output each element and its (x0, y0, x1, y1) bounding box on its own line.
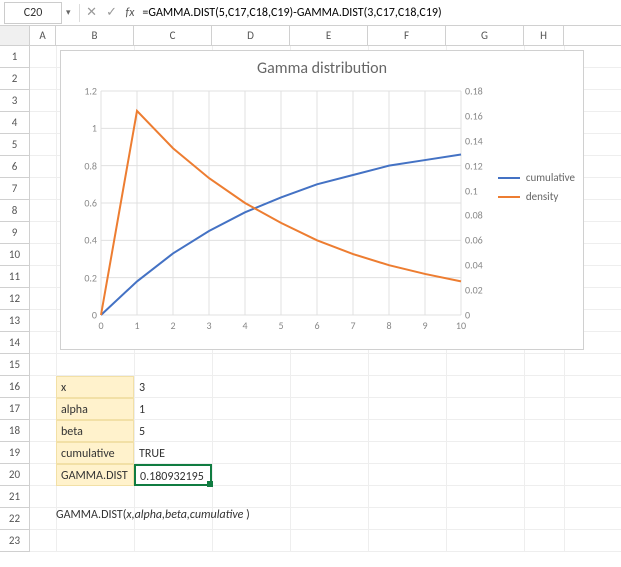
name-box[interactable]: C20 (4, 2, 62, 24)
column-headers: A B C D E F G H (0, 26, 621, 46)
y-axis-left-labels: 00.20.40.60.811.2 (69, 85, 97, 315)
legend-label: cumulative (526, 171, 575, 184)
plot-area (101, 91, 461, 315)
x-axis-labels: 012345678910 (101, 319, 461, 335)
row-header[interactable]: 11 (0, 266, 30, 288)
row-header[interactable]: 18 (0, 420, 30, 442)
col-header[interactable]: G (446, 26, 524, 45)
row-header[interactable]: 3 (0, 90, 30, 112)
row-header[interactable]: 14 (0, 332, 30, 354)
chart-title: Gamma distribution (61, 59, 583, 78)
formula-input[interactable] (138, 2, 621, 24)
row-header[interactable]: 21 (0, 486, 30, 508)
y-axis-right-labels: 00.020.040.060.080.10.120.140.160.18 (465, 85, 497, 315)
row-header[interactable]: 2 (0, 68, 30, 90)
cells-area[interactable]: Gamma distribution 00.20.40.60.811.2 00.… (30, 46, 621, 552)
col-header[interactable]: A (30, 26, 56, 45)
fill-handle[interactable] (207, 481, 213, 487)
cell-value[interactable]: 0.180932195 (134, 464, 212, 486)
formula-bar: C20 ▾ ✕ ✓ fx (0, 0, 621, 26)
row-header[interactable]: 17 (0, 398, 30, 420)
cancel-icon[interactable]: ✕ (82, 5, 102, 20)
row-header[interactable]: 6 (0, 156, 30, 178)
col-header[interactable]: B (56, 26, 134, 45)
cell-value[interactable]: 1 (134, 398, 212, 420)
select-all-corner[interactable] (0, 26, 30, 45)
row-header[interactable]: 19 (0, 442, 30, 464)
cell-label[interactable]: cumulative (56, 442, 134, 464)
legend-item: cumulative (498, 171, 575, 184)
row-header[interactable]: 4 (0, 112, 30, 134)
cell-value[interactable]: 5 (134, 420, 212, 442)
chart[interactable]: Gamma distribution 00.20.40.60.811.2 00.… (60, 50, 584, 350)
cell-label[interactable]: alpha (56, 398, 134, 420)
enter-icon[interactable]: ✓ (102, 5, 122, 20)
row-header[interactable]: 23 (0, 530, 30, 552)
fx-icon[interactable]: fx (126, 6, 135, 20)
row-header[interactable]: 15 (0, 354, 30, 376)
row-header[interactable]: 20 (0, 464, 30, 486)
col-header[interactable]: F (368, 26, 446, 45)
col-header[interactable]: C (134, 26, 212, 45)
row-headers: 1234567891011121314151617181920212223 (0, 46, 30, 552)
legend-item: density (498, 190, 575, 203)
spreadsheet-grid: A B C D E F G H 123456789101112131415161… (0, 26, 621, 552)
cell-value[interactable]: 3 (134, 376, 212, 398)
row-header[interactable]: 1 (0, 46, 30, 68)
row-header[interactable]: 9 (0, 222, 30, 244)
cell-label[interactable]: x (56, 376, 134, 398)
row-header[interactable]: 10 (0, 244, 30, 266)
cell-value[interactable]: TRUE (134, 442, 212, 464)
row-header[interactable]: 16 (0, 376, 30, 398)
row-header[interactable]: 12 (0, 288, 30, 310)
legend-swatch (498, 196, 520, 198)
row-header[interactable]: 5 (0, 134, 30, 156)
legend-swatch (498, 177, 520, 179)
legend-label: density (526, 190, 559, 203)
col-header[interactable]: E (290, 26, 368, 45)
row-header[interactable]: 7 (0, 178, 30, 200)
syntax-text: GAMMA.DIST(x,alpha,beta,cumulative ) (56, 508, 250, 522)
row-header[interactable]: 22 (0, 508, 30, 530)
col-header[interactable]: D (212, 26, 290, 45)
chevron-down-icon[interactable]: ▾ (66, 7, 71, 18)
col-header[interactable]: H (524, 26, 564, 45)
cell-label[interactable]: beta (56, 420, 134, 442)
cell-label[interactable]: GAMMA.DIST (56, 464, 134, 486)
row-header[interactable]: 13 (0, 310, 30, 332)
legend: cumulative density (498, 171, 575, 209)
row-header[interactable]: 8 (0, 200, 30, 222)
